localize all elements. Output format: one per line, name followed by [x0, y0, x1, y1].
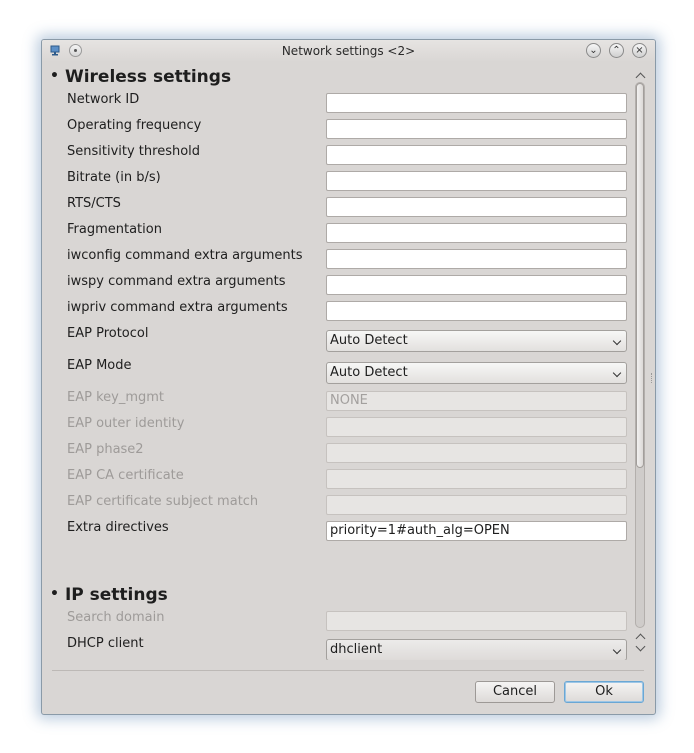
label-eap-protocol: EAP Protocol [67, 326, 149, 341]
rts-cts-input[interactable] [326, 197, 627, 217]
section-wireless-settings: • Wireless settings [50, 67, 231, 87]
section-title: IP settings [64, 585, 168, 605]
chevron-down-icon [612, 368, 622, 378]
label-iwspy-args: iwspy command extra arguments [67, 274, 286, 289]
label-eap-ca-certificate: EAP CA certificate [67, 468, 184, 483]
label-eap-phase2: EAP phase2 [67, 442, 144, 457]
settings-scroll-area[interactable]: • Wireless settings Network ID Operating … [42, 62, 637, 660]
eap-cert-subject-match-input [326, 495, 627, 515]
splitter-handle[interactable] [651, 373, 655, 383]
close-icon[interactable]: × [632, 43, 647, 58]
label-search-domain: Search domain [67, 610, 165, 625]
eap-mode-select[interactable]: Auto Detect [326, 362, 627, 384]
iwspy-args-input[interactable] [326, 275, 627, 295]
label-fragmentation: Fragmentation [67, 222, 162, 237]
iwpriv-args-input[interactable] [326, 301, 627, 321]
eap-protocol-select[interactable]: Auto Detect [326, 330, 627, 352]
eap-protocol-value: Auto Detect [330, 333, 408, 348]
scroll-up-icon[interactable] [635, 72, 646, 83]
window-title: Network settings <2> [281, 44, 416, 58]
network-settings-dialog: Network settings <2> ⌄ ⌃ × • Wireless set… [41, 39, 656, 715]
bitrate-input[interactable] [326, 171, 627, 191]
dhcp-client-value: dhclient [330, 642, 383, 657]
iwconfig-args-input[interactable] [326, 249, 627, 269]
vertical-scrollbar[interactable] [634, 66, 648, 658]
button-divider [52, 670, 644, 671]
label-eap-outer-identity: EAP outer identity [67, 416, 185, 431]
minimize-icon[interactable]: ⌄ [586, 43, 601, 58]
cancel-button[interactable]: Cancel [475, 681, 555, 703]
titlebar: Network settings <2> ⌄ ⌃ × [42, 40, 655, 62]
eap-phase2-input [326, 443, 627, 463]
section-title: Wireless settings [64, 67, 232, 87]
dhcp-client-select[interactable]: dhclient [326, 639, 627, 660]
ok-button[interactable]: Ok [564, 681, 644, 703]
label-extra-directives: Extra directives [67, 520, 169, 535]
chevron-down-icon [612, 336, 622, 346]
sensitivity-threshold-input[interactable] [326, 145, 627, 165]
label-iwpriv-args: iwpriv command extra arguments [67, 300, 288, 315]
label-eap-cert-subject-match: EAP certificate subject match [67, 494, 259, 509]
scrollbar-thumb[interactable] [636, 83, 644, 468]
label-eap-mode: EAP Mode [67, 358, 132, 373]
eap-ca-certificate-input [326, 469, 627, 489]
section-ip-settings: • IP settings [50, 585, 168, 605]
chevron-down-icon [612, 645, 622, 655]
label-sensitivity-threshold: Sensitivity threshold [67, 144, 201, 159]
network-id-input[interactable] [326, 93, 627, 113]
bullet-icon: • [50, 586, 59, 602]
label-iwconfig-args: iwconfig command extra arguments [67, 248, 303, 263]
scrollbar-track[interactable] [635, 82, 645, 628]
eap-mode-value: Auto Detect [330, 365, 408, 380]
label-operating-frequency: Operating frequency [67, 118, 202, 133]
maximize-icon[interactable]: ⌃ [609, 43, 624, 58]
label-rts-cts: RTS/CTS [67, 196, 121, 211]
scroll-down-icon[interactable] [635, 641, 646, 652]
label-bitrate: Bitrate (in b/s) [67, 170, 161, 185]
bullet-icon: • [50, 68, 59, 84]
label-eap-key-mgmt: EAP key_mgmt [67, 390, 165, 405]
label-network-id: Network ID [67, 92, 140, 107]
operating-frequency-input[interactable] [326, 119, 627, 139]
search-domain-input [326, 611, 627, 631]
eap-key-mgmt-input: NONE [326, 391, 627, 411]
fragmentation-input[interactable] [326, 223, 627, 243]
extra-directives-input[interactable]: priority=1#auth_alg=OPEN [326, 521, 627, 541]
eap-outer-identity-input [326, 417, 627, 437]
label-dhcp-client: DHCP client [67, 636, 144, 651]
